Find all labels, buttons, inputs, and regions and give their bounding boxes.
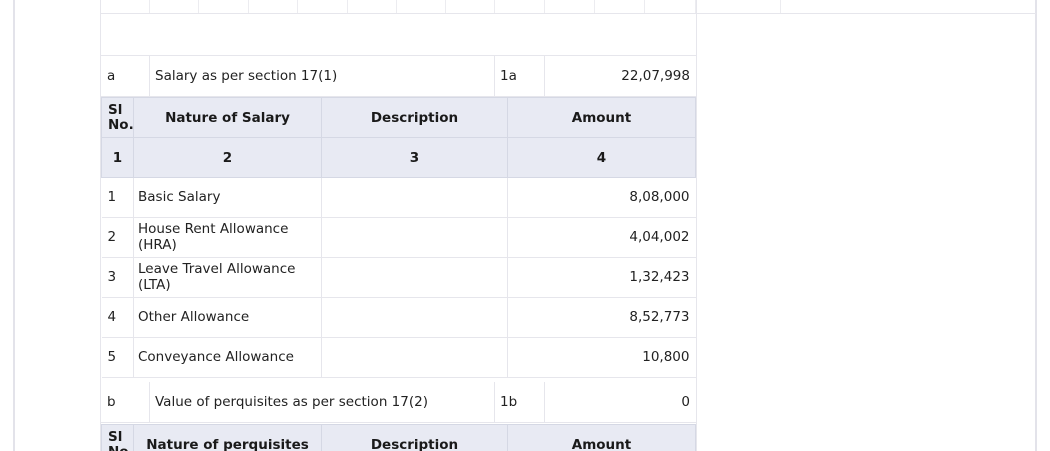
- item-letter: a: [101, 56, 150, 96]
- salary-section: a Salary as per section 17(1) 1a 22,07,9…: [100, 0, 697, 451]
- frame-left-border: [13, 0, 15, 451]
- column-number: 2: [133, 137, 322, 178]
- frame-right-border: [1035, 0, 1037, 451]
- blank-row: [101, 13, 696, 56]
- header-amount: Amount: [507, 424, 696, 451]
- item-label: Salary as per section 17(1): [150, 56, 495, 96]
- row-amount: 4,04,002: [507, 217, 696, 258]
- perquisites-17-2-row: b Value of perquisites as per section 17…: [101, 382, 696, 423]
- row-sl: 3: [101, 257, 134, 298]
- column-number: 4: [507, 137, 696, 178]
- item-label: Value of perquisites as per section 17(2…: [150, 382, 495, 422]
- table-row: 3 Leave Travel Allowance (LTA) 1,32,423: [101, 257, 696, 298]
- perquisites-table: Sl No. Nature of perquisites Description…: [101, 424, 696, 451]
- row-nature: Basic Salary: [133, 177, 322, 218]
- table-row: 2 House Rent Allowance (HRA) 4,04,002: [101, 217, 696, 258]
- row-amount: 8,52,773: [507, 297, 696, 338]
- row-nature: Conveyance Allowance: [133, 337, 322, 378]
- table-column-number-row: 1 2 3 4: [101, 137, 696, 178]
- table-row: 5 Conveyance Allowance 10,800: [101, 337, 696, 378]
- form-page: a Salary as per section 17(1) 1a 22,07,9…: [0, 0, 1050, 451]
- item-letter: b: [101, 382, 150, 422]
- header-description: Description: [321, 424, 508, 451]
- row-sl: 4: [101, 297, 134, 338]
- column-number: 1: [101, 137, 134, 178]
- item-amount: 22,07,998: [621, 68, 690, 84]
- header-nature: Nature of perquisites: [133, 424, 322, 451]
- row-nature: Leave Travel Allowance (LTA): [133, 257, 322, 298]
- item-code: 1a: [495, 56, 545, 96]
- row-amount: 8,08,000: [507, 177, 696, 218]
- row-description: [321, 297, 508, 338]
- salary-breakdown-table: Sl No. Nature of Salary Description Amou…: [101, 97, 696, 378]
- table-header-row: Sl No. Nature of Salary Description Amou…: [101, 97, 696, 138]
- row-amount: 10,800: [507, 337, 696, 378]
- row-description: [321, 177, 508, 218]
- row-amount: 1,32,423: [507, 257, 696, 298]
- table-row: 4 Other Allowance 8,52,773: [101, 297, 696, 338]
- row-description: [321, 337, 508, 378]
- column-number: 3: [321, 137, 508, 178]
- header-sl-no: Sl No.: [101, 97, 134, 138]
- row-sl: 1: [101, 177, 134, 218]
- table-header-row: Sl No. Nature of perquisites Description…: [101, 424, 696, 451]
- header-description: Description: [321, 97, 508, 138]
- salary-17-1-row: a Salary as per section 17(1) 1a 22,07,9…: [101, 56, 696, 97]
- item-code: 1b: [495, 382, 545, 422]
- header-nature: Nature of Salary: [133, 97, 322, 138]
- table-row: 1 Basic Salary 8,08,000: [101, 177, 696, 218]
- row-nature: Other Allowance: [133, 297, 322, 338]
- header-sl-no: Sl No.: [101, 424, 134, 451]
- row-description: [321, 217, 508, 258]
- header-amount: Amount: [507, 97, 696, 138]
- row-description: [321, 257, 508, 298]
- item-amount: 0: [681, 394, 690, 410]
- row-sl: 2: [101, 217, 134, 258]
- row-nature: House Rent Allowance (HRA): [133, 217, 322, 258]
- row-sl: 5: [101, 337, 134, 378]
